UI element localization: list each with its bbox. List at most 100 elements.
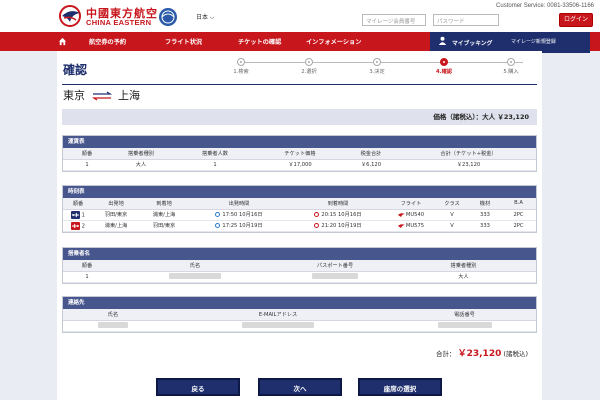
nav-item-information[interactable]: インフォメーション bbox=[306, 37, 361, 46]
flight-number: MU575 bbox=[405, 222, 425, 229]
main-content: 確認 1.検索 2.選択 3.決定 4.確認 5.購入 東京 上海 価格（諸税込… bbox=[57, 51, 542, 400]
step-label: 1.検索 bbox=[233, 69, 249, 75]
round-trip-arrows-icon bbox=[91, 91, 112, 101]
step-dot bbox=[507, 58, 515, 66]
back-button[interactable]: 戻る bbox=[156, 378, 240, 396]
step-search: 1.検索 bbox=[221, 58, 261, 75]
step-label: 3.決定 bbox=[369, 69, 385, 75]
clock-icon bbox=[314, 212, 320, 217]
page-title: 確認 bbox=[63, 63, 88, 77]
column-header: 搭乗者人数 bbox=[171, 148, 259, 160]
arrival-time: 21:20 10月19日 bbox=[321, 223, 362, 229]
column-header: 順番 bbox=[63, 260, 111, 272]
seat-selection-button[interactable]: 座席の選択 bbox=[358, 378, 442, 396]
fare-section: 運賃表 順番 搭乗者種別 搭乗者人数 チケット価格 税金合計 合計（チケット+税… bbox=[62, 135, 537, 172]
airline-logo-icon bbox=[397, 223, 405, 228]
column-header: 出発地 bbox=[93, 198, 139, 210]
passenger-section: 搭乗者名 順番 氏名 パスポート番号 搭乗者種別 1 大人 bbox=[62, 247, 537, 284]
table-cell: V bbox=[435, 220, 469, 232]
table-cell: 羽田/東京 bbox=[139, 220, 189, 232]
column-header: 順番 bbox=[63, 148, 111, 160]
table-cell: 333 bbox=[469, 220, 501, 232]
price-summary: 価格（諸税込）：大人 ￥23,120 bbox=[62, 109, 537, 125]
table-row: 1 羽田/東京 浦東/上海 17:50 10月16日 20:15 10月16日 … bbox=[63, 209, 536, 221]
column-header: 合計（チケット+税金） bbox=[401, 148, 536, 160]
home-icon[interactable] bbox=[58, 37, 67, 46]
table-cell: 大人 bbox=[111, 159, 171, 171]
fare-section-title: 運賃表 bbox=[63, 136, 536, 148]
fare-table: 順番 搭乗者種別 搭乗者人数 チケット価格 税金合計 合計（チケット+税金） 1… bbox=[63, 148, 536, 171]
route-from: 東京 bbox=[63, 89, 85, 102]
language-selector[interactable]: 日本 ⌵ bbox=[196, 12, 214, 22]
column-header: 氏名 bbox=[63, 309, 163, 321]
table-cell: 1 bbox=[63, 209, 93, 221]
my-booking-label[interactable]: マイブッキング bbox=[452, 38, 492, 47]
step-dot bbox=[440, 58, 448, 66]
schedule-section: 時刻表 順番 出発地 到着地 出発時間 到着時間 フライト クラス 機材 B.A… bbox=[62, 185, 537, 233]
step-label: 5.購入 bbox=[503, 69, 519, 75]
arrival-time: 20:15 10月16日 bbox=[321, 212, 362, 218]
table-row: 2 浦東/上海 羽田/東京 17:25 10月19日 21:20 10月19日 … bbox=[63, 220, 536, 232]
table-cell: 21:20 10月19日 bbox=[289, 220, 387, 232]
mileage-number-input[interactable]: マイレージ会員番号 bbox=[362, 14, 426, 26]
airline-logo-icon bbox=[397, 212, 405, 217]
table-cell: MU540 bbox=[387, 209, 435, 221]
passenger-table: 順番 氏名 パスポート番号 搭乗者種別 1 大人 bbox=[63, 260, 536, 283]
redacted-passport bbox=[312, 273, 358, 280]
table-cell: 2 bbox=[63, 220, 93, 232]
column-header: 到着時間 bbox=[289, 198, 387, 210]
my-booking-panel[interactable]: マイブッキング マイレージ新規登録 bbox=[430, 32, 590, 53]
return-plane-icon bbox=[71, 221, 81, 230]
nav-item-ticket-check[interactable]: チケットの確認 bbox=[238, 37, 281, 46]
flight-number: MU540 bbox=[405, 211, 425, 218]
table-cell: 2PC bbox=[501, 209, 536, 221]
departure-time: 17:50 10月16日 bbox=[222, 212, 263, 218]
table-cell bbox=[279, 271, 391, 283]
table-cell: 333 bbox=[469, 209, 501, 221]
table-header-row: 氏名 E-MAILアドレス 電話番号 bbox=[63, 309, 536, 321]
nav-item-flight-status[interactable]: フライト状況 bbox=[165, 37, 202, 46]
table-cell: 浦東/上海 bbox=[93, 220, 139, 232]
table-cell: MU575 bbox=[387, 220, 435, 232]
contact-section: 連絡先 氏名 E-MAILアドレス 電話番号 bbox=[62, 296, 537, 333]
china-eastern-logo[interactable]: 中國東方航空 CHINA EASTERN bbox=[58, 4, 218, 28]
total-label: 合計： bbox=[436, 350, 456, 358]
top-bar: 中國東方航空 CHINA EASTERN 日本 ⌵ Customer Servi… bbox=[0, 0, 600, 32]
column-header: 到着地 bbox=[139, 198, 189, 210]
contact-table: 氏名 E-MAILアドレス 電話番号 bbox=[63, 309, 536, 332]
skyteam-icon bbox=[159, 8, 177, 26]
step-dot bbox=[237, 58, 245, 66]
departure-time: 17:25 10月19日 bbox=[222, 223, 263, 229]
step-dot bbox=[373, 58, 381, 66]
redacted-contact-name bbox=[98, 322, 128, 329]
redacted-email bbox=[242, 322, 314, 329]
clock-icon bbox=[215, 212, 221, 217]
password-input[interactable]: パスワード bbox=[433, 14, 499, 26]
login-button[interactable]: ログイン bbox=[559, 13, 593, 27]
schedule-section-title: 時刻表 bbox=[63, 186, 536, 198]
redacted-phone bbox=[437, 322, 492, 329]
step-confirm: 4.確認 bbox=[424, 58, 464, 75]
table-row: 1 大人 bbox=[63, 271, 536, 283]
mileage-register-link[interactable]: マイレージ新規登録 bbox=[511, 38, 556, 45]
table-cell: 17:25 10月19日 bbox=[189, 220, 289, 232]
nav-item-booking[interactable]: 航空券の予約 bbox=[89, 37, 126, 46]
column-header: 電話番号 bbox=[393, 309, 536, 321]
column-header: 順番 bbox=[63, 198, 93, 210]
column-header: 搭乗者種別 bbox=[391, 260, 536, 272]
route-heading: 東京 上海 bbox=[63, 87, 140, 103]
table-cell: ￥23,120 bbox=[401, 159, 536, 171]
schedule-table: 順番 出発地 到着地 出発時間 到着時間 フライト クラス 機材 B.A 1 羽… bbox=[63, 198, 536, 232]
title-divider bbox=[62, 84, 537, 85]
column-header: 出発時間 bbox=[189, 198, 289, 210]
table-header-row: 順番 搭乗者種別 搭乗者人数 チケット価格 税金合計 合計（チケット+税金） bbox=[63, 148, 536, 160]
column-header: 搭乗者種別 bbox=[111, 148, 171, 160]
table-cell: 羽田/東京 bbox=[93, 209, 139, 221]
column-header: チケット価格 bbox=[259, 148, 341, 160]
segment-number: 1 bbox=[81, 212, 85, 218]
total-price: 合計： ￥23,120 (諸税込) bbox=[436, 346, 528, 359]
table-row: 1 大人 1 ￥17,000 ￥6,120 ￥23,120 bbox=[63, 159, 536, 171]
table-cell: 大人 bbox=[391, 271, 536, 283]
table-cell: V bbox=[435, 209, 469, 221]
next-button[interactable]: 次へ bbox=[258, 378, 342, 396]
